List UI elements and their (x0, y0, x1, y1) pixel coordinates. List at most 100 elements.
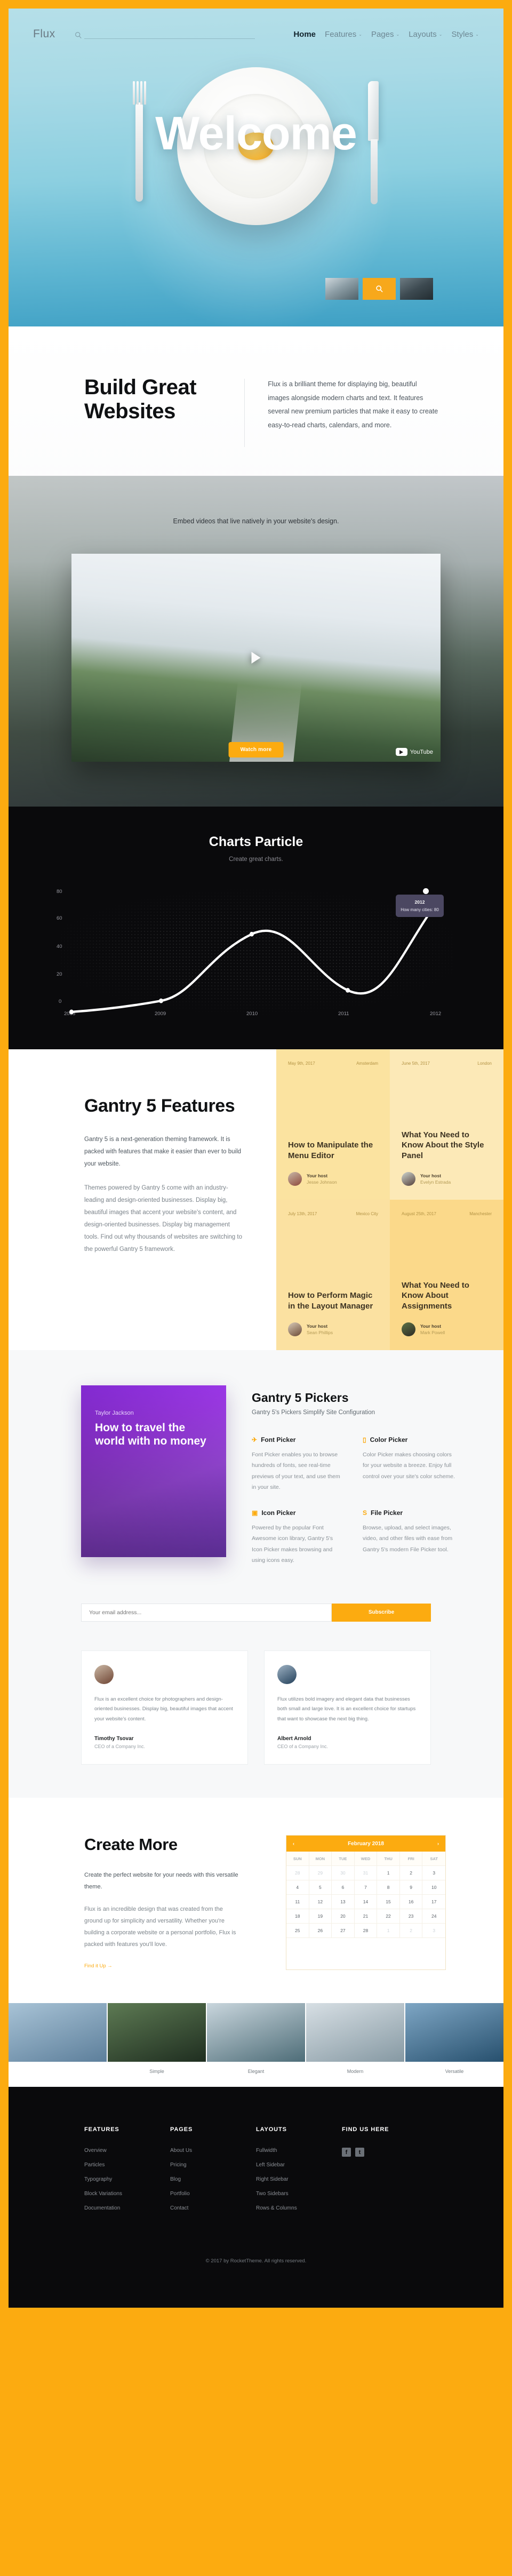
calendar-day[interactable]: 26 (309, 1924, 332, 1939)
calendar-day[interactable]: 17 (422, 1895, 445, 1910)
footer-link[interactable]: Left Sidebar (256, 2162, 342, 2168)
hero-thumb-3[interactable] (400, 278, 433, 300)
calendar-day[interactable]: 1 (377, 1924, 400, 1939)
footer-link[interactable]: Fullwidth (256, 2148, 342, 2154)
footer-link[interactable]: Rows & Columns (256, 2205, 342, 2211)
calendar-day[interactable]: 31 (354, 1866, 378, 1881)
nav-item-home[interactable]: Home (293, 30, 316, 39)
calendar-next-button[interactable]: › (437, 1841, 439, 1846)
calendar-day[interactable]: 16 (399, 1895, 423, 1910)
calendar-day[interactable]: 30 (332, 1866, 355, 1881)
footer-link[interactable]: Particles (84, 2162, 170, 2168)
hero-thumb-1[interactable] (325, 278, 358, 300)
subscribe-button[interactable]: Subscribe (332, 1603, 431, 1622)
gallery-item[interactable]: Versatile (405, 2003, 503, 2087)
avatar (402, 1322, 415, 1336)
calendar-day[interactable]: 21 (354, 1909, 378, 1924)
calendar-day[interactable]: 27 (332, 1924, 355, 1939)
calendar-day[interactable]: 8 (377, 1880, 400, 1895)
calendar-day[interactable]: 10 (422, 1880, 445, 1895)
calendar-day[interactable]: 20 (332, 1909, 355, 1924)
hero-thumb-search[interactable] (363, 278, 396, 300)
calendar-day[interactable]: 14 (354, 1895, 378, 1910)
picker-title: Color Picker (370, 1436, 408, 1443)
gallery-item[interactable]: Simple (108, 2003, 206, 2087)
search-icon[interactable] (75, 31, 82, 39)
calendar-day[interactable]: 29 (309, 1866, 332, 1881)
calendar-widget: ‹ February 2018 › SUN MON TUE WED THU FR… (286, 1835, 446, 1971)
footer-link[interactable]: Right Sidebar (256, 2176, 342, 2182)
gallery-image (405, 2003, 503, 2062)
youtube-badge[interactable]: YouTube (395, 748, 433, 756)
host-name: Jesse Johnson (307, 1179, 337, 1185)
nav-item-pages[interactable]: Pages ⌄ (371, 30, 399, 39)
footer-link[interactable]: Portfolio (170, 2191, 256, 2197)
footer-link[interactable]: Blog (170, 2176, 256, 2182)
calendar-day[interactable]: 2 (399, 1924, 423, 1939)
twitter-icon[interactable]: t (355, 2148, 364, 2157)
gallery-item[interactable] (9, 2003, 107, 2087)
calendar-day[interactable]: 9 (399, 1880, 423, 1895)
video-band: Embed videos that live natively in your … (9, 476, 503, 807)
facebook-icon[interactable]: f (342, 2148, 351, 2157)
calendar-day[interactable]: 11 (286, 1895, 309, 1910)
nav-item-styles[interactable]: Styles ⌄ (451, 30, 479, 39)
search-input[interactable] (84, 31, 255, 38)
calendar-day[interactable]: 13 (332, 1895, 355, 1910)
footer-link[interactable]: Typography (84, 2176, 170, 2182)
calendar-day[interactable]: 12 (309, 1895, 332, 1910)
calendar-day[interactable]: 7 (354, 1880, 378, 1895)
footer-link[interactable]: Pricing (170, 2162, 256, 2168)
calendar-day[interactable]: 25 (286, 1924, 309, 1939)
calendar-prev-button[interactable]: ‹ (293, 1841, 294, 1846)
calendar-day[interactable]: 18 (286, 1909, 309, 1924)
calendar-day[interactable]: 28 (354, 1924, 378, 1939)
chart-active-point (423, 888, 429, 894)
calendar-day[interactable]: 3 (422, 1866, 445, 1881)
promo-card[interactable]: Taylor Jackson How to travel the world w… (81, 1385, 226, 1557)
calendar-day[interactable]: 3 (422, 1924, 445, 1939)
chart-tooltip: 2012 How many cities: 80 (396, 895, 444, 917)
event-card[interactable]: July 13th, 2017 Mexico City How to Perfo… (276, 1200, 390, 1350)
pickers-subtitle: Gantry 5's Pickers Simplify Site Configu… (252, 1409, 375, 1416)
nav-item-features[interactable]: Features ⌄ (325, 30, 362, 39)
gallery-item[interactable]: Elegant (207, 2003, 305, 2087)
calendar-day[interactable]: 28 (286, 1866, 309, 1881)
calendar-day[interactable]: 22 (377, 1909, 400, 1924)
gallery-item[interactable]: Modern (306, 2003, 404, 2087)
event-card[interactable]: June 5th, 2017 London What You Need to K… (390, 1049, 503, 1200)
event-card[interactable]: May 9th, 2017 Amsterdam How to Manipulat… (276, 1049, 390, 1200)
calendar-day[interactable]: 1 (377, 1866, 400, 1881)
play-button[interactable] (251, 652, 261, 664)
footer-link[interactable]: Documentation (84, 2205, 170, 2211)
calendar-day[interactable]: 6 (332, 1880, 355, 1895)
calendar-day[interactable]: 19 (309, 1909, 332, 1924)
calendar-day[interactable]: 15 (377, 1895, 400, 1910)
watch-more-button[interactable]: Watch more (228, 742, 284, 757)
video-player[interactable]: YouTube (71, 554, 441, 762)
youtube-label: YouTube (410, 748, 433, 755)
video-caption: Embed videos that live natively in your … (173, 517, 339, 525)
avatar (402, 1172, 415, 1186)
brand-logo[interactable]: Flux (33, 28, 55, 41)
footer-link[interactable]: Two Sidebars (256, 2191, 342, 2197)
footer-link[interactable]: Contact (170, 2205, 256, 2211)
footer-column-social: FIND US HERE f t (342, 2126, 428, 2220)
footer-link[interactable]: Block Variations (84, 2191, 170, 2197)
footer-link[interactable]: Overview (84, 2148, 170, 2154)
email-field[interactable] (81, 1603, 332, 1622)
nav-item-layouts[interactable]: Layouts ⌄ (409, 30, 442, 39)
calendar-day[interactable]: 5 (309, 1880, 332, 1895)
calendar-day[interactable]: 23 (399, 1909, 423, 1924)
footer-link[interactable]: About Us (170, 2148, 256, 2154)
calendar-day[interactable]: 4 (286, 1880, 309, 1895)
calendar-day[interactable]: 2 (399, 1866, 423, 1881)
search-underline (84, 30, 255, 39)
chart-line (69, 896, 442, 1015)
card-meta: July 13th, 2017 Mexico City (288, 1211, 378, 1216)
chevron-down-icon: ⌄ (438, 31, 443, 37)
find-out-link[interactable]: Find it Up → (84, 1963, 113, 1969)
event-card[interactable]: August 25th, 2017 Manchester What You Ne… (390, 1200, 503, 1350)
calendar-day[interactable]: 24 (422, 1909, 445, 1924)
calendar-month-label: February 2018 (348, 1840, 384, 1847)
